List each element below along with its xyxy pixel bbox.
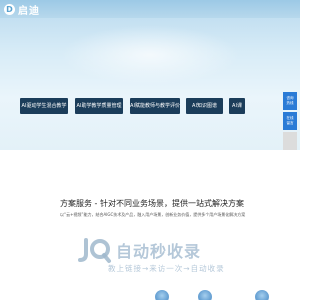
float-item-hotline-label: 咨询 热线 bbox=[286, 96, 294, 105]
float-item-message[interactable]: 在线 留言 bbox=[283, 112, 297, 130]
watermark-logo-icon bbox=[78, 238, 111, 263]
top-nav-bar bbox=[0, 0, 300, 18]
logo-icon: D bbox=[4, 3, 15, 15]
float-item-hotline[interactable]: 咨询 热线 bbox=[283, 92, 297, 110]
hero-button-ai-course[interactable]: AI课 bbox=[229, 98, 245, 114]
watermark-subtitle: 教上链接→来访一次→自动收录 bbox=[108, 264, 225, 273]
hero-glow-decoration bbox=[60, 25, 240, 85]
hero-button-blended-teaching[interactable]: AI驱动学生混合教学 bbox=[20, 98, 68, 114]
hero-button-quality-management[interactable]: AI助学教学质量管理 bbox=[75, 98, 123, 114]
watermark-title: 自动秒收录 bbox=[116, 242, 202, 261]
solution-icon-2 bbox=[198, 290, 212, 300]
section-subtitle: 以“云+视频”能力，结合AIGC技术及产品，融入用户场景，创新业务价值，提供多个… bbox=[60, 212, 246, 217]
float-item-back-to-top[interactable] bbox=[283, 132, 297, 150]
float-item-message-label: 在线 留言 bbox=[286, 116, 294, 125]
hero-banner: D 启迪 AI驱动学生混合教学 AI助学教学质量管理 AI赋能教师与教学评价 A… bbox=[0, 0, 300, 150]
hero-button-row: AI驱动学生混合教学 AI助学教学质量管理 AI赋能教师与教学评价 AI知识图谱… bbox=[20, 98, 270, 114]
hero-button-teacher-evaluation[interactable]: AI赋能教师与教学评价 bbox=[130, 98, 180, 114]
logo-text: 启迪 bbox=[18, 5, 40, 17]
page: D 启迪 AI驱动学生混合教学 AI助学教学质量管理 AI赋能教师与教学评价 A… bbox=[0, 0, 300, 300]
hero-button-knowledge-graph[interactable]: AI知识图谱 bbox=[186, 98, 223, 114]
section-title: 方案服务 - 针对不同业务场景，提供一站式解决方案 bbox=[60, 199, 244, 208]
site-logo[interactable]: D 启迪 bbox=[4, 2, 40, 17]
solution-icon-1 bbox=[155, 290, 169, 300]
watermark: 自动秒收录 教上链接→来访一次→自动收录 bbox=[78, 236, 248, 276]
solution-icon-3 bbox=[255, 290, 269, 300]
right-float-bar: 咨询 热线 在线 留言 bbox=[283, 92, 297, 152]
